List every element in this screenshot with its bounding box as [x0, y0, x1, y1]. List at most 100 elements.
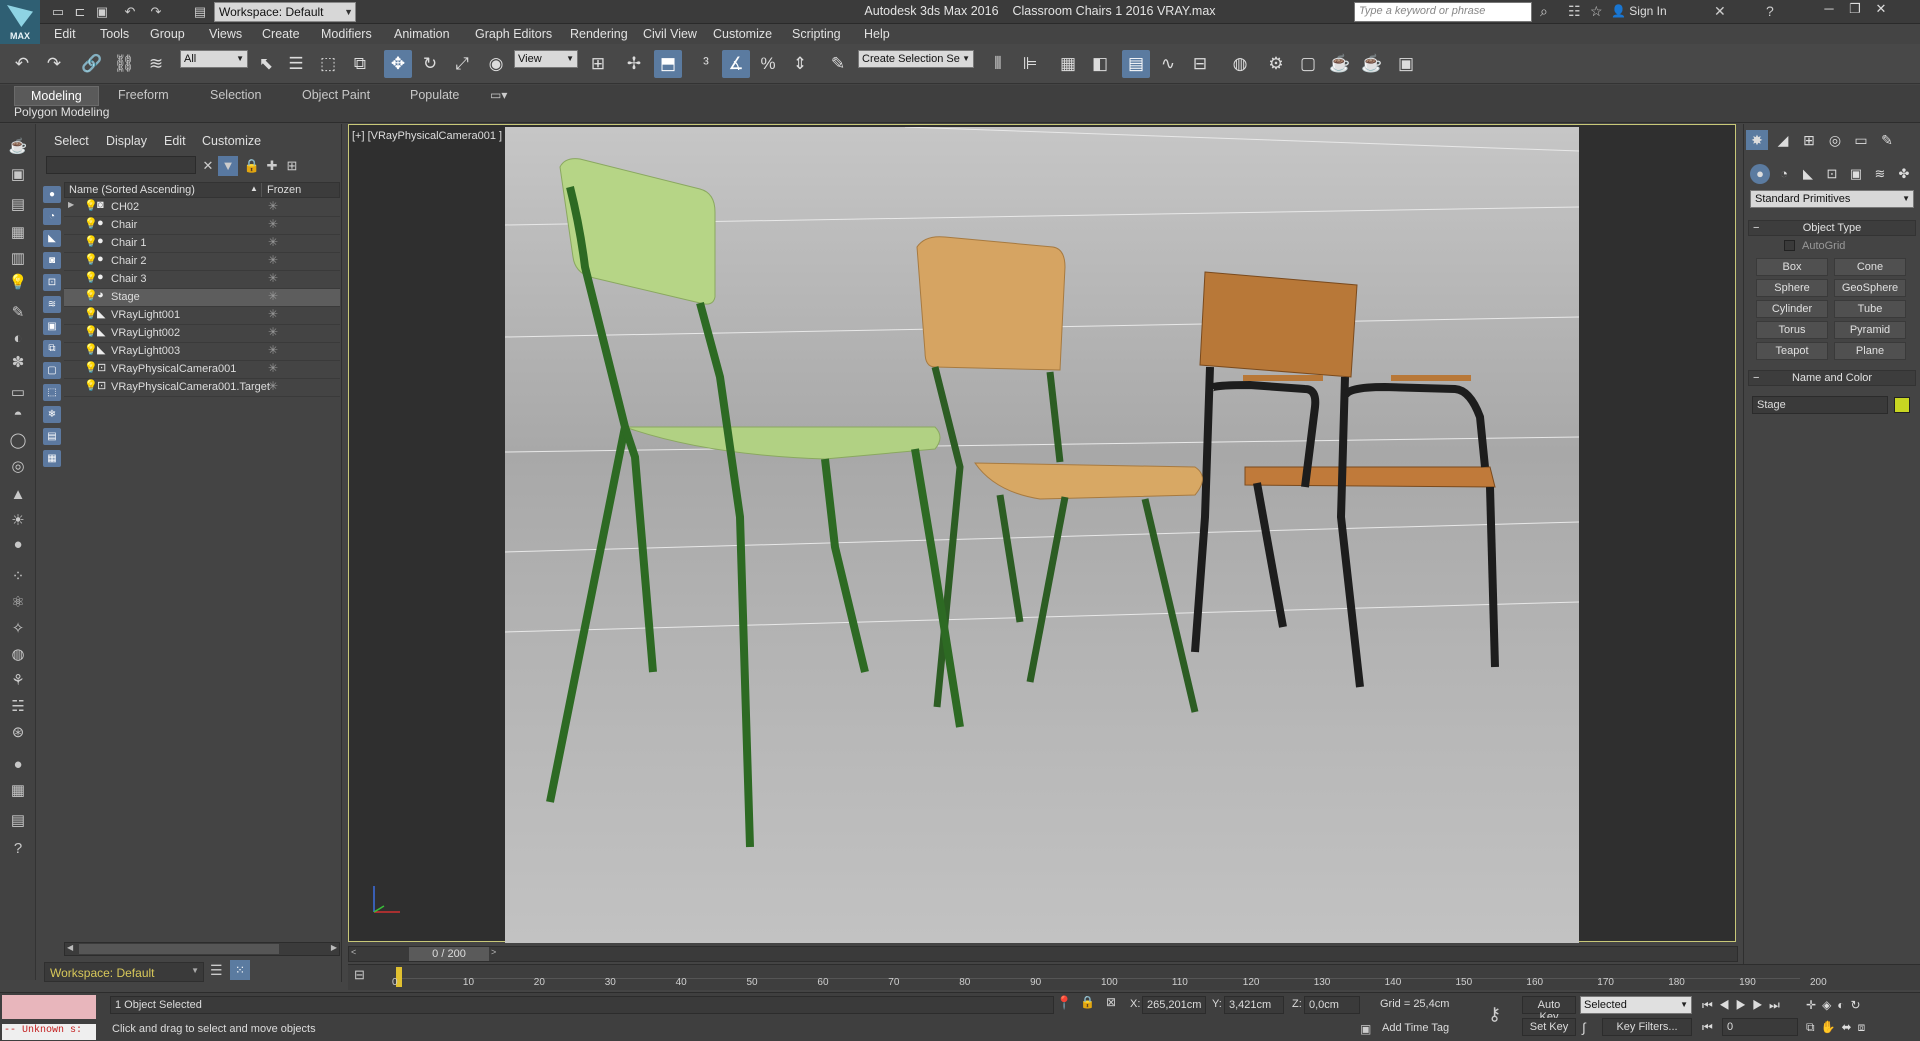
graphite-toggle-icon[interactable]: ◧ — [1086, 50, 1114, 78]
torus-icon[interactable]: ◎ — [6, 456, 30, 478]
helpers-category-icon[interactable]: ▣ — [1846, 164, 1866, 184]
camera-view-render[interactable] — [504, 126, 1580, 943]
molecule-icon[interactable]: ⚛ — [6, 592, 30, 614]
torus-button[interactable]: Torus — [1756, 321, 1828, 339]
app-menu-button[interactable]: MAX — [0, 0, 40, 44]
tab-selection[interactable]: Selection — [194, 86, 277, 106]
isolate-icon[interactable]: 📍 — [1056, 995, 1072, 1011]
scene-explorer-icon[interactable]: ⁙ — [230, 960, 250, 980]
zoom-all-icon[interactable]: ◈ — [1822, 998, 1837, 1012]
display-tab-icon[interactable]: ▭ — [1850, 130, 1872, 150]
selection-filter-dropdown[interactable]: All ▼ — [180, 50, 248, 68]
orbit-icon[interactable]: ↻ — [1851, 998, 1867, 1012]
table-row[interactable]: 💡 ● Chair 2 ✳ — [64, 253, 340, 271]
prev-frame-icon[interactable]: < — [351, 947, 356, 957]
lights-category-icon[interactable]: ◣ — [1798, 164, 1818, 184]
key-mode-toggle-icon[interactable]: ⏮ — [1702, 1020, 1713, 1035]
rendered-frame-icon[interactable]: ▢ — [1294, 50, 1322, 78]
next-frame-icon[interactable]: ▶ — [1752, 998, 1769, 1012]
time-slider-thumb[interactable]: 0 / 200 — [409, 947, 489, 961]
object-color-swatch[interactable] — [1894, 397, 1910, 413]
tab-modeling[interactable]: Modeling — [14, 86, 99, 106]
table-row[interactable]: ▶ 💡 ◙ CH02 ✳ — [64, 199, 340, 217]
default-tangent-icon[interactable]: ∫ — [1582, 1020, 1586, 1035]
undo-icon[interactable]: ↶ — [120, 2, 140, 22]
percent-snap-icon[interactable]: % — [754, 50, 782, 78]
filter-shapes-icon[interactable]: ◔ — [43, 208, 61, 225]
render-production-icon[interactable]: ☕ — [1326, 50, 1354, 78]
helper-icon[interactable]: ✎ — [6, 302, 30, 324]
calculator-icon[interactable]: ▦ — [6, 780, 30, 802]
teapot-button[interactable]: Teapot — [1756, 342, 1828, 360]
place-icon[interactable]: ◉ — [482, 50, 510, 78]
fov-icon[interactable]: ◐ — [1837, 998, 1850, 1012]
go-to-end-icon[interactable]: ⏭ — [1769, 998, 1786, 1012]
select-scale-icon[interactable]: ⤢ — [448, 50, 476, 78]
frozen-toggle-icon[interactable]: ✳ — [268, 361, 278, 375]
geosphere-button[interactable]: GeoSphere — [1834, 279, 1906, 297]
star-icon[interactable]: ☆ — [1590, 3, 1603, 20]
primitive-type-dropdown[interactable]: Standard Primitives ▼ — [1750, 190, 1914, 208]
help-icon[interactable]: ? — [1766, 3, 1774, 19]
network-icon[interactable]: ✧ — [6, 618, 30, 640]
table-row[interactable]: 💡 ◣ VRayLight003 ✳ — [64, 343, 340, 361]
shapes-category-icon[interactable]: ◔ — [1774, 164, 1794, 184]
menu-graph-editors[interactable]: Graph Editors — [475, 27, 552, 41]
dots-icon[interactable]: ⁘ — [6, 566, 30, 588]
ball-icon[interactable]: ● — [6, 754, 30, 776]
select-rotate-icon[interactable]: ↻ — [416, 50, 444, 78]
menu-edit[interactable]: Edit — [54, 27, 76, 41]
box-button[interactable]: Box — [1756, 258, 1828, 276]
save-file-icon[interactable]: ▣ — [92, 2, 112, 22]
table-row[interactable]: 💡 ● Chair 3 ✳ — [64, 271, 340, 289]
bind-space-warp-icon[interactable]: ≋ — [142, 50, 170, 78]
menu-scripting[interactable]: Scripting — [792, 27, 841, 41]
hierarchy-icon[interactable]: ⊞ — [282, 156, 302, 176]
frozen-toggle-icon[interactable]: ✳ — [268, 253, 278, 267]
minimize-button[interactable]: ─ — [1816, 1, 1842, 19]
menu-views[interactable]: Views — [209, 27, 242, 41]
select-by-name-icon[interactable]: ☰ — [282, 50, 310, 78]
light-bulb-icon[interactable]: 💡 — [84, 379, 98, 392]
filter-groups-icon[interactable]: ▣ — [43, 318, 61, 335]
filter-spacewarps-icon[interactable]: ≋ — [43, 296, 61, 313]
maxscript-output[interactable]: -- Unknown s: — [2, 1024, 96, 1040]
time-tag-icon[interactable]: ▣ — [1360, 1022, 1371, 1036]
select-object-icon[interactable]: ⬉ — [252, 50, 280, 78]
pan-icon[interactable]: ✋ — [1821, 1020, 1842, 1034]
help-icon[interactable]: ? — [6, 838, 30, 860]
expand-arrow-icon[interactable]: ▶ — [68, 200, 74, 209]
menu-create[interactable]: Create — [262, 27, 300, 41]
frozen-toggle-icon[interactable]: ✳ — [268, 307, 278, 321]
mesh-icon[interactable]: ▭ — [6, 382, 30, 404]
light-bulb-icon[interactable]: 💡 — [84, 253, 98, 266]
orb-icon[interactable]: ● — [6, 534, 30, 556]
filter-geometry-icon[interactable]: ● — [43, 186, 61, 203]
menu-tools[interactable]: Tools — [100, 27, 129, 41]
new-file-icon[interactable]: ▭ — [48, 2, 68, 22]
particles-icon[interactable]: ✽ — [6, 352, 30, 374]
zoom-icon[interactable]: ✛ — [1806, 998, 1822, 1012]
infocenter-icon[interactable]: ☷ — [1568, 3, 1581, 20]
autogrid-checkbox[interactable] — [1784, 240, 1795, 251]
filter-cameras-icon[interactable]: ◙ — [43, 252, 61, 269]
cameras-category-icon[interactable]: ⊡ — [1822, 164, 1842, 184]
tab-populate[interactable]: Populate — [394, 86, 475, 106]
play-icon[interactable]: ▶ — [1736, 998, 1753, 1012]
light-bulb-icon[interactable]: 💡 — [84, 289, 98, 302]
menu-modifiers[interactable]: Modifiers — [321, 27, 372, 41]
plant-icon[interactable]: ⚘ — [6, 670, 30, 692]
scene-menu-customize[interactable]: Customize — [202, 134, 261, 148]
pyramid-button[interactable]: Pyramid — [1834, 321, 1906, 339]
add-time-tag-button[interactable]: Add Time Tag — [1382, 1022, 1449, 1034]
ribbon-options-icon[interactable]: ▭▾ — [490, 88, 507, 102]
cone-icon[interactable]: ▲ — [6, 484, 30, 506]
scene-workspace-selector[interactable]: Workspace: Default ▼ — [44, 962, 204, 982]
light-bulb-icon[interactable]: 💡 — [84, 307, 98, 320]
motion-tab-icon[interactable]: ◎ — [1824, 130, 1846, 150]
fur-icon[interactable]: ⊛ — [6, 722, 30, 744]
material-editor-icon[interactable]: ◍ — [1226, 50, 1254, 78]
select-link-icon[interactable]: 🔗 — [78, 50, 106, 78]
select-manipulate-icon[interactable]: ✢ — [620, 50, 648, 78]
table-row[interactable]: 💡 ◣ VRayLight002 ✳ — [64, 325, 340, 343]
